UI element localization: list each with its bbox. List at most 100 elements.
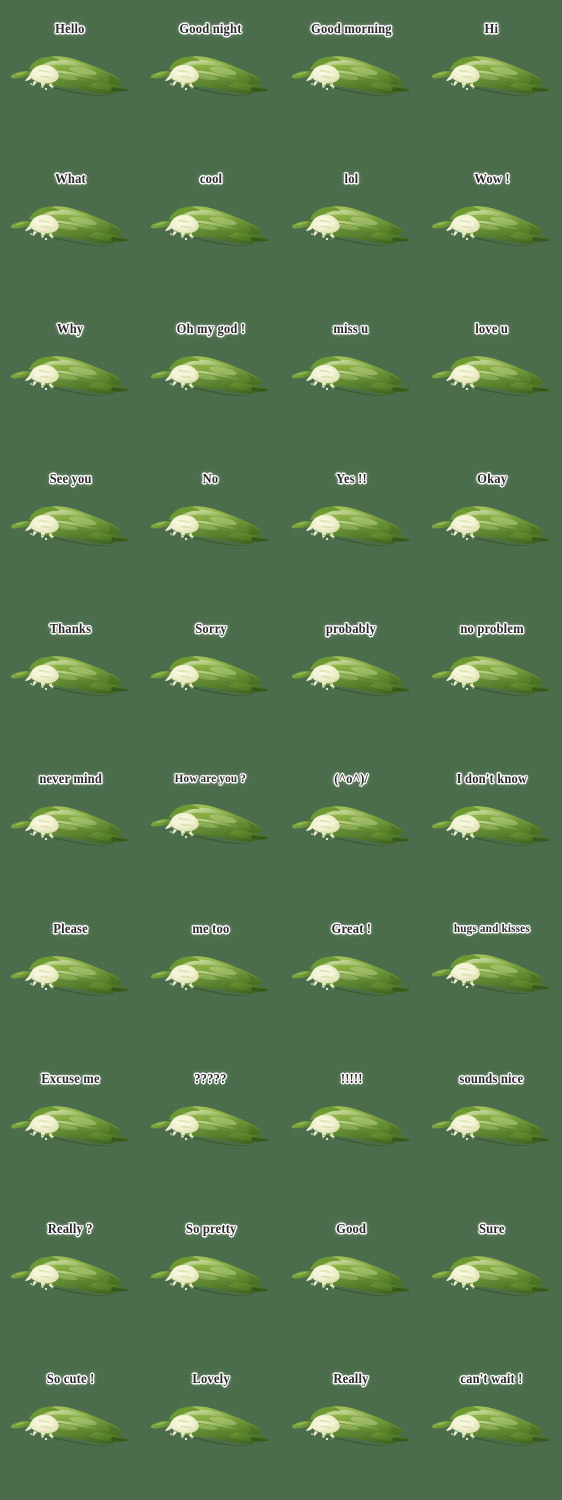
sticker-caption: Yes !!: [335, 471, 367, 486]
green-chili-pepper-icon: [8, 346, 133, 402]
green-chili-pepper-icon: [289, 1396, 414, 1452]
sticker-caption: So pretty: [185, 1221, 237, 1236]
sticker-item[interactable]: Sorry: [141, 600, 282, 750]
green-chili-pepper-icon: [429, 346, 554, 402]
green-chili-pepper-icon: [148, 196, 273, 252]
sticker-item[interactable]: How are you ?: [141, 750, 282, 900]
sticker-item[interactable]: Excuse me: [0, 1050, 141, 1200]
sticker-item[interactable]: Really: [281, 1350, 422, 1500]
sticker-item[interactable]: (^o^)/: [281, 750, 422, 900]
green-chili-pepper-icon: [429, 1246, 554, 1302]
sticker-caption: Hello: [55, 21, 86, 36]
green-chili-pepper-icon: [429, 646, 554, 702]
sticker-caption: ?????: [194, 1071, 227, 1086]
green-chili-pepper-icon: [148, 496, 273, 552]
sticker-caption: Good night: [179, 21, 242, 36]
green-chili-pepper-icon: [289, 1246, 414, 1302]
sticker-caption: Really ?: [47, 1221, 93, 1236]
sticker-item[interactable]: Sure: [422, 1200, 562, 1350]
sticker-caption: (^o^)/: [334, 771, 369, 786]
sticker-caption: Lovely: [192, 1371, 230, 1386]
green-chili-pepper-icon: [148, 794, 273, 850]
sticker-item[interactable]: hugs and kisses: [422, 900, 562, 1050]
sticker-caption: No: [202, 471, 219, 486]
green-chili-pepper-icon: [148, 1396, 273, 1452]
sticker-item[interactable]: cool: [141, 150, 282, 300]
sticker-caption: Why: [57, 321, 84, 336]
green-chili-pepper-icon: [148, 346, 273, 402]
sticker-item[interactable]: What: [0, 150, 141, 300]
sticker-caption: Thanks: [49, 621, 92, 636]
green-chili-pepper-icon: [289, 46, 414, 102]
sticker-item[interactable]: ?????: [141, 1050, 282, 1200]
sticker-item[interactable]: No: [141, 450, 282, 600]
sticker-item[interactable]: Yes !!: [281, 450, 422, 600]
sticker-caption: Good: [336, 1221, 367, 1236]
sticker-item[interactable]: Wow !: [422, 150, 562, 300]
sticker-item[interactable]: So cute !: [0, 1350, 141, 1500]
sticker-caption: Sorry: [194, 621, 227, 636]
green-chili-pepper-icon: [289, 796, 414, 852]
sticker-item[interactable]: me too: [141, 900, 282, 1050]
sticker-caption: miss u: [333, 321, 369, 336]
green-chili-pepper-icon: [429, 796, 554, 852]
green-chili-pepper-icon: [148, 646, 273, 702]
sticker-item[interactable]: So pretty: [141, 1200, 282, 1350]
sticker-item[interactable]: no problem: [422, 600, 562, 750]
sticker-item[interactable]: Good: [281, 1200, 422, 1350]
sticker-item[interactable]: Really ?: [0, 1200, 141, 1350]
green-chili-pepper-icon: [148, 1096, 273, 1152]
sticker-item[interactable]: Good night: [141, 0, 282, 150]
sticker-caption: lol: [344, 171, 359, 186]
sticker-caption: Good morning: [310, 21, 392, 36]
green-chili-pepper-icon: [289, 1096, 414, 1152]
sticker-item[interactable]: Oh my god !: [141, 300, 282, 450]
green-chili-pepper-icon: [289, 946, 414, 1002]
sticker-item[interactable]: Please: [0, 900, 141, 1050]
sticker-caption: So cute !: [46, 1371, 95, 1386]
green-chili-pepper-icon: [429, 944, 554, 1000]
green-chili-pepper-icon: [289, 346, 414, 402]
sticker-caption: What: [54, 171, 86, 186]
sticker-caption: Sure: [478, 1221, 505, 1236]
sticker-item[interactable]: See you: [0, 450, 141, 600]
sticker-item[interactable]: Thanks: [0, 600, 141, 750]
green-chili-pepper-icon: [429, 46, 554, 102]
sticker-grid: Hello Good night Good morning Hi What co…: [0, 0, 562, 1500]
green-chili-pepper-icon: [429, 196, 554, 252]
sticker-caption: sounds nice: [459, 1071, 524, 1086]
sticker-item[interactable]: never mind: [0, 750, 141, 900]
green-chili-pepper-icon: [148, 946, 273, 1002]
green-chili-pepper-icon: [429, 496, 554, 552]
green-chili-pepper-icon: [8, 496, 133, 552]
sticker-item[interactable]: Okay: [422, 450, 562, 600]
sticker-item[interactable]: sounds nice: [422, 1050, 562, 1200]
sticker-item[interactable]: I don't know: [422, 750, 562, 900]
sticker-item[interactable]: probably: [281, 600, 422, 750]
sticker-item[interactable]: Hello: [0, 0, 141, 150]
sticker-caption: me too: [192, 921, 230, 936]
green-chili-pepper-icon: [148, 46, 273, 102]
sticker-caption: Hi: [484, 21, 499, 36]
sticker-item[interactable]: Great !: [281, 900, 422, 1050]
sticker-caption: !!!!!: [340, 1071, 363, 1086]
sticker-item[interactable]: Hi: [422, 0, 562, 150]
sticker-caption: Great !: [331, 921, 372, 936]
green-chili-pepper-icon: [148, 1246, 273, 1302]
sticker-item[interactable]: love u: [422, 300, 562, 450]
green-chili-pepper-icon: [289, 496, 414, 552]
green-chili-pepper-icon: [8, 1246, 133, 1302]
sticker-item[interactable]: Why: [0, 300, 141, 450]
green-chili-pepper-icon: [8, 1096, 133, 1152]
sticker-caption: cool: [199, 171, 222, 186]
sticker-caption: Excuse me: [40, 1071, 100, 1086]
sticker-item[interactable]: Good morning: [281, 0, 422, 150]
sticker-caption: probably: [326, 621, 377, 636]
sticker-caption: Wow !: [474, 171, 510, 186]
sticker-item[interactable]: can't wait !: [422, 1350, 562, 1500]
sticker-item[interactable]: lol: [281, 150, 422, 300]
sticker-item[interactable]: miss u: [281, 300, 422, 450]
sticker-caption: I don't know: [456, 771, 528, 786]
sticker-item[interactable]: !!!!!: [281, 1050, 422, 1200]
sticker-item[interactable]: Lovely: [141, 1350, 282, 1500]
